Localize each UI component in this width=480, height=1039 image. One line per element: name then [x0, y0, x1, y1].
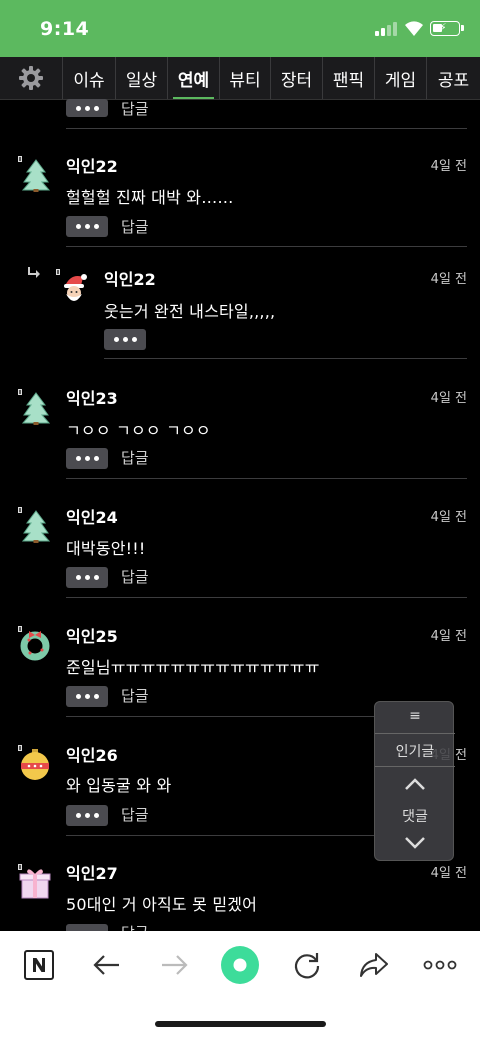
comment-body: ㄱㅇㅇ ㄱㅇㅇ ㄱㅇㅇ [66, 421, 211, 440]
chevron-down-icon[interactable] [403, 835, 427, 851]
comment-body: 50대인 거 아직도 못 믿겠어 [66, 895, 258, 914]
green-dot-button[interactable] [220, 945, 260, 985]
comment-body: 대박동안!!! [66, 539, 146, 558]
reply-button[interactable]: 답글 [121, 98, 149, 119]
reply-arrow-icon [28, 267, 40, 278]
comment-divider [66, 597, 467, 598]
more-options-button[interactable] [66, 99, 108, 117]
home-indicator [155, 1021, 326, 1027]
comment-divider [66, 835, 374, 836]
christmas-tree-icon [21, 510, 51, 543]
tab-entertainment[interactable]: 연예 [168, 57, 220, 99]
menu-icon[interactable]: ≡ [375, 708, 455, 724]
panel-divider [375, 733, 455, 734]
comments-button[interactable]: 댓글 [375, 806, 455, 826]
category-tab-bar: 이슈 일상 연예 뷰티 장터 팬픽 게임 공포 [0, 57, 480, 100]
forward-button[interactable] [154, 945, 194, 985]
comment-author[interactable]: 익인25 [66, 623, 118, 647]
gift-box-icon [19, 869, 51, 899]
tab-beauty[interactable]: 뷰티 [220, 57, 271, 99]
tab-game[interactable]: 게임 [375, 57, 427, 99]
more-options-button[interactable] [66, 805, 108, 826]
gear-icon [19, 66, 43, 90]
comment-body: 와 입동굴 와 와 [66, 776, 172, 795]
battery-icon: ⚡ [430, 21, 460, 36]
more-options-button[interactable] [104, 329, 146, 350]
christmas-tree-icon [21, 392, 51, 425]
comment-author[interactable]: 익인27 [66, 860, 118, 884]
wifi-icon [405, 21, 423, 36]
comment-divider [66, 716, 374, 717]
reply-button[interactable]: 답글 [121, 447, 149, 468]
more-options-button[interactable] [66, 567, 108, 588]
comment-divider [66, 478, 467, 479]
tab-fanfic[interactable]: 팬픽 [323, 57, 375, 99]
christmas-tree-icon [21, 159, 51, 192]
panel-divider [375, 766, 455, 767]
comment-time: 4일 전 [430, 391, 467, 406]
tab-market[interactable]: 장터 [271, 57, 323, 99]
comment-divider [66, 128, 467, 129]
comment-author[interactable]: 익인22 [66, 153, 118, 177]
more-options-button[interactable] [66, 686, 108, 707]
popular-posts-button[interactable]: 인기글 [375, 741, 455, 761]
tab-daily[interactable]: 일상 [116, 57, 168, 99]
santa-icon [64, 274, 87, 301]
share-button[interactable] [354, 945, 394, 985]
ornament-icon [21, 749, 49, 780]
chevron-up-icon[interactable] [403, 776, 427, 792]
comment-time: 4일 전 [430, 272, 467, 287]
comment-time: 4일 전 [430, 629, 467, 644]
settings-button[interactable] [0, 57, 63, 99]
comment-author[interactable]: 익인26 [66, 742, 118, 766]
battery-tip [461, 25, 464, 31]
refresh-button[interactable] [287, 945, 327, 985]
comment-divider [66, 246, 467, 247]
reply-button[interactable]: 답글 [121, 685, 149, 706]
status-time: 9:14 [40, 18, 90, 40]
tab-issue[interactable]: 이슈 [63, 57, 116, 99]
reply-button[interactable]: 답글 [121, 922, 149, 931]
green-dot-icon [221, 946, 259, 984]
refresh-icon [294, 953, 320, 979]
cellular-signal-icon [375, 22, 399, 36]
more-button[interactable] [420, 945, 460, 985]
more-options-button[interactable] [66, 448, 108, 469]
comment-time: 4일 전 [430, 510, 467, 525]
reply-button[interactable]: 답글 [121, 804, 149, 825]
comment-time: 4일 전 [430, 159, 467, 174]
more-options-button[interactable] [66, 216, 108, 237]
reply-button[interactable]: 답글 [121, 216, 149, 237]
comment-author[interactable]: 익인22 [104, 266, 156, 290]
reply-button[interactable]: 답글 [121, 566, 149, 587]
comment-body: 준일님ㅠㅠㅠㅠㅠㅠㅠㅠㅠㅠㅠㅠㅠㅠ [66, 658, 320, 677]
status-bar: 9:14 ⚡ [0, 0, 480, 57]
comment-divider [104, 358, 467, 359]
forward-arrow-icon [162, 955, 188, 975]
comment-time: 4일 전 [430, 866, 467, 881]
floating-nav-panel: ≡ 인기글 댓글 [374, 701, 455, 861]
share-icon [360, 953, 388, 977]
more-options-button[interactable] [66, 924, 108, 931]
tab-horror[interactable]: 공포 [427, 57, 480, 99]
more-icon [423, 960, 457, 970]
naver-n-icon [24, 950, 54, 980]
naver-home-button[interactable] [19, 945, 59, 985]
back-arrow-icon [93, 955, 119, 975]
comment-body: 헐헐헐 진짜 대박 와…… [66, 188, 234, 207]
wreath-icon [20, 631, 50, 661]
comment-body: 웃는거 완전 내스타일,,,,, [104, 302, 276, 321]
comment-author[interactable]: 익인23 [66, 385, 118, 409]
comment-author[interactable]: 익인24 [66, 504, 118, 528]
back-button[interactable] [87, 945, 127, 985]
